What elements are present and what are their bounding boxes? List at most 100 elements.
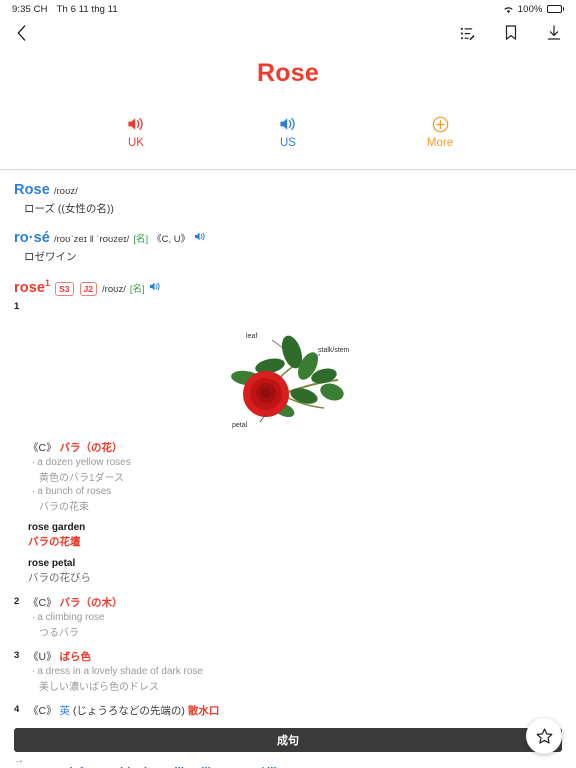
- usage-label: 《C》: [28, 597, 57, 610]
- sense-definition: 《C》 バラ（の花）: [28, 440, 562, 455]
- example-translation: 黄色のバラ1ダース: [39, 473, 125, 485]
- sense-body: 《U》 ばら色 · a dress in a lovely shade of da…: [28, 649, 562, 693]
- nav-actions: [459, 25, 562, 42]
- speaker-button[interactable]: [149, 281, 162, 295]
- idioms-section-header: 成句: [14, 728, 562, 753]
- sense-number-top: 1: [14, 301, 20, 313]
- part-of-speech: [名]: [129, 283, 145, 295]
- note-edit-icon: [460, 27, 475, 40]
- figure-label-stalk: stalk/stem: [318, 347, 350, 354]
- wifi-icon: [503, 5, 514, 14]
- headword[interactable]: rose1: [14, 278, 50, 296]
- battery-percent: 100%: [517, 3, 543, 15]
- usage-label: 《C》: [28, 705, 57, 718]
- example-sentence: · a bunch of roses: [32, 486, 112, 498]
- battery-full-icon: [546, 5, 564, 13]
- usage-label: 《C》: [28, 442, 57, 455]
- ipa-transcription: /roʊˈzeɪ ǁ ˈroʊzeɪ/: [53, 234, 130, 245]
- sense-number: 3: [14, 650, 20, 662]
- entry-rose-wine: ro·sé /roʊˈzeɪ ǁ ˈroʊzeɪ/ [名] 《C, U》 ロゼワ…: [14, 230, 562, 264]
- sense-definition: 《U》 ばら色: [28, 649, 562, 664]
- app-screen: 9:35 CH Th 6 11 thg 11 100% Rose UK US M…: [0, 0, 576, 768]
- pronounce-uk-button[interactable]: UK: [60, 114, 212, 149]
- pronounce-us-label: US: [280, 137, 296, 149]
- speaker-icon-us: [212, 114, 364, 134]
- entry-headline: rose1 S3 J2 /roʊz/ [名]: [14, 278, 562, 297]
- gloss-japanese: ローズ ((女性の名)): [24, 203, 114, 215]
- phrase-english: rose garden: [28, 522, 86, 534]
- usage-label: 《C, U》: [152, 234, 191, 245]
- chevron-left-icon: [17, 25, 25, 41]
- sense-definition: 《C》 バラ（の木）: [28, 595, 562, 610]
- pronounce-uk-label: UK: [128, 137, 144, 149]
- example-translation: 美しい濃いばら色のドレス: [39, 682, 159, 694]
- sense-item: 《C》 バラ（の花） · a dozen yellow roses 黄色のバラ1ダ…: [28, 440, 562, 585]
- ipa-transcription: /roʊz/: [102, 283, 126, 295]
- sense-item: 2 《C》 バラ（の木） · a climbing rose つるバラ: [14, 595, 562, 639]
- status-bar-right: 100%: [503, 4, 564, 15]
- part-of-speech: [名]: [133, 234, 149, 245]
- gloss-japanese: ロゼワイン: [24, 251, 77, 263]
- more-button[interactable]: More: [364, 114, 516, 149]
- sense-body: 《C》 英 (じょうろなどの先端の) 散水口: [28, 703, 562, 718]
- example-translation: つるバラ: [39, 628, 79, 640]
- example-sentence: · a dress in a lovely shade of dark rose: [32, 666, 203, 678]
- headword[interactable]: ro·sé: [14, 230, 50, 246]
- more-label: More: [426, 137, 454, 149]
- phrase-english: rose petal: [28, 558, 76, 570]
- speaker-icon-uk: [60, 114, 212, 134]
- definition-japanese: バラ（の木）: [59, 597, 123, 610]
- figure-label-leaf: leaf: [246, 333, 257, 340]
- plus-circle-icon: [364, 114, 516, 134]
- status-bar-left: 9:35 CH Th 6 11 thg 11: [12, 4, 118, 15]
- definition-japanese: 散水口: [187, 705, 220, 718]
- download-button[interactable]: [545, 25, 562, 42]
- example-translation: バラの花束: [39, 502, 89, 514]
- region-label: 英: [59, 705, 71, 718]
- pronunciation-row: UK US More: [0, 114, 576, 149]
- definition-japanese: ばら色: [59, 651, 92, 664]
- page-title-wrap: Rose: [0, 48, 576, 88]
- pronounce-us-button[interactable]: US: [212, 114, 364, 149]
- bookmark-icon: [505, 25, 516, 40]
- star-icon: [536, 727, 552, 744]
- rose-diagram: leaf stalk/stem petal: [14, 322, 562, 432]
- definition-qualifier: (じょうろなどの先端の): [72, 705, 185, 718]
- example-sentence: · a climbing rose: [32, 612, 105, 624]
- bookmark-button[interactable]: [502, 25, 519, 42]
- back-button[interactable]: [10, 22, 32, 44]
- entry-headline: Rose /roʊz/: [14, 182, 562, 198]
- status-date: Th 6 11 thg 11: [56, 3, 118, 15]
- example-sentence: · a dozen yellow roses: [32, 457, 131, 469]
- headword-superscript: 1: [45, 278, 51, 288]
- navigation-bar: [0, 18, 576, 48]
- entry-headline: ro·sé /roʊˈzeɪ ǁ ˈroʊzeɪ/ [名] 《C, U》: [14, 230, 562, 246]
- entry-rose-main: rose1 S3 J2 /roʊz/ [名] 1: [14, 278, 562, 312]
- badge-frequency-s3: S3: [55, 281, 74, 297]
- sense-number: 2: [14, 596, 20, 608]
- sense-item: 3 《U》 ばら色 · a dress in a lovely shade of …: [14, 649, 562, 693]
- dictionary-content: Rose /roʊz/ ローズ ((女性の名)) ro·sé /roʊˈzeɪ …: [0, 170, 576, 768]
- phrase-translation: バラの花壇: [28, 536, 81, 549]
- sense-body: 《C》 バラ（の木） · a climbing rose つるバラ: [28, 595, 562, 639]
- download-icon: [547, 25, 560, 40]
- figure-label-petal: petal: [232, 422, 248, 429]
- sense-body: 《C》 バラ（の花） · a dozen yellow roses 黄色のバラ1ダ…: [28, 440, 562, 585]
- speaker-button[interactable]: [194, 231, 207, 245]
- definition-japanese: バラ（の花）: [59, 442, 123, 455]
- ipa-transcription: /roʊz/: [53, 186, 78, 197]
- usage-label: 《U》: [28, 651, 57, 664]
- note-edit-button[interactable]: [459, 25, 476, 42]
- badge-frequency-j2: J2: [79, 281, 98, 297]
- status-time: 9:35 CH: [12, 3, 48, 15]
- sense-item: 4 《C》 英 (じょうろなどの先端の) 散水口: [14, 703, 562, 718]
- idiom-arrow: →: [14, 755, 24, 767]
- headword[interactable]: Rose: [14, 182, 50, 198]
- entry-rose-proper: Rose /roʊz/ ローズ ((女性の名)): [14, 182, 562, 216]
- favorite-button[interactable]: [526, 718, 562, 754]
- page-title: Rose: [257, 59, 319, 87]
- status-bar: 9:35 CH Th 6 11 thg 11 100%: [0, 0, 576, 18]
- sense-number: 4: [14, 704, 20, 716]
- sense-definition: 《C》 英 (じょうろなどの先端の) 散水口: [28, 703, 562, 718]
- phrase-translation: バラの花びら: [28, 572, 91, 585]
